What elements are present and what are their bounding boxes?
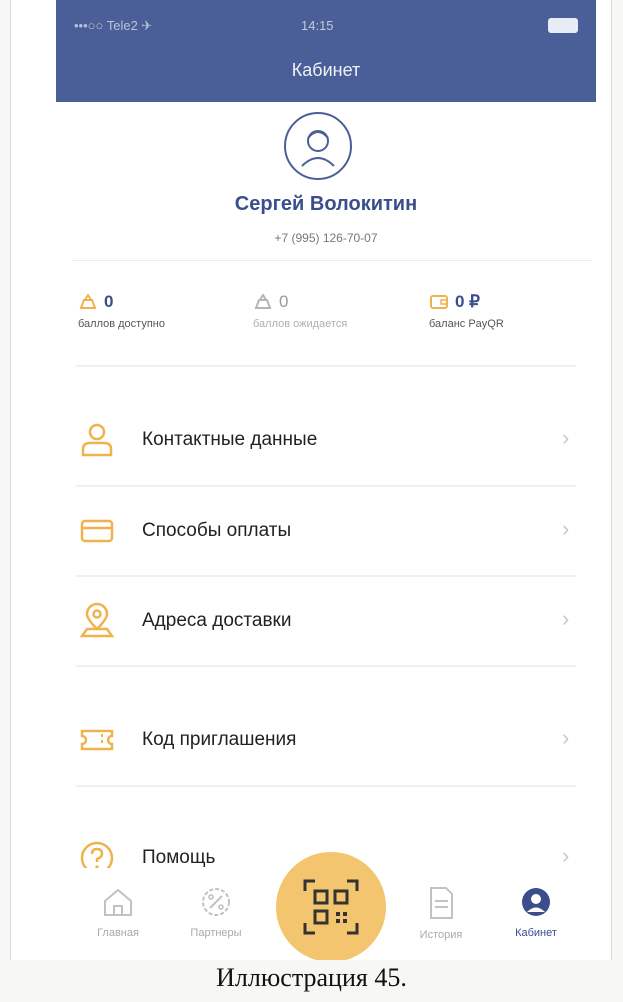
menu-item-contact-data[interactable]: Контактные данные ›: [56, 405, 596, 475]
menu-item-label: Помощь: [142, 847, 216, 868]
stat-points-available[interactable]: 0 баллов доступно: [78, 292, 165, 330]
tab-home[interactable]: Главная: [78, 886, 158, 939]
divider: [72, 260, 592, 261]
user-name: Сергей Волокитин: [234, 193, 418, 215]
stat-caption: баллов доступно: [78, 318, 165, 330]
status-time: 14:15: [301, 18, 334, 33]
chevron-right-icon: ›: [562, 606, 570, 631]
chevron-right-icon: ›: [562, 725, 570, 750]
page-title: Кабинет: [291, 60, 361, 80]
ticket-icon: [80, 729, 114, 751]
stat-value: 0: [104, 292, 114, 311]
home-icon: [104, 888, 132, 916]
tab-label: Главная: [97, 927, 139, 939]
menu-item-label: Способы оплаты: [142, 520, 292, 541]
divider: [76, 485, 576, 487]
figure-caption: Иллюстрация 45.: [216, 963, 407, 992]
carrier-status: •••○○ Tele2 ✈: [74, 18, 153, 33]
divider: [76, 785, 576, 787]
chevron-right-icon: ›: [562, 843, 570, 868]
user-avatar-icon: [301, 130, 335, 167]
divider: [76, 365, 576, 367]
chevron-right-icon: ›: [562, 516, 570, 541]
tab-cabinet[interactable]: Кабинет: [496, 886, 576, 939]
divider: [76, 575, 576, 577]
location-pin-icon: [79, 602, 115, 638]
stat-caption: баллов ожидается: [253, 318, 348, 330]
menu-item-delivery-addresses[interactable]: Адреса доставки ›: [56, 586, 596, 656]
person-icon: [81, 423, 113, 457]
card-icon: [80, 519, 114, 543]
stat-points-expected[interactable]: 0 баллов ожидается: [253, 292, 347, 330]
qr-code-icon: [303, 879, 359, 935]
stat-payqr-balance[interactable]: 0 ₽ баланс PayQR: [429, 292, 504, 330]
stat-value: 0 ₽: [455, 292, 480, 311]
menu-item-label: Контактные данные: [142, 429, 318, 450]
battery-icon: [548, 18, 578, 33]
coin-stack-outline-icon: [254, 294, 272, 309]
wallet-icon: [430, 295, 448, 309]
menu-item-label: Адреса доставки: [142, 610, 292, 631]
avatar[interactable]: [284, 112, 352, 180]
screenshot-frame: •••○○ Tele2 ✈ 14:15 Кабинет Сергей Волок…: [10, 0, 612, 960]
qr-scan-button[interactable]: [276, 852, 386, 960]
stat-caption: баланс PayQR: [429, 318, 504, 330]
menu-item-invite-code[interactable]: Код приглашения ›: [56, 705, 596, 775]
stat-value: 0: [279, 292, 289, 311]
tab-label: Партнеры: [190, 927, 242, 939]
phone-screen: •••○○ Tele2 ✈ 14:15 Кабинет Сергей Волок…: [56, 0, 596, 960]
tab-history[interactable]: История: [401, 886, 481, 941]
chevron-right-icon: ›: [562, 425, 570, 450]
user-phone: +7 (995) 126-70-07: [274, 231, 378, 245]
document-icon: [430, 887, 453, 919]
header-bar: •••○○ Tele2 ✈ 14:15 Кабинет: [56, 0, 596, 102]
tab-label: Кабинет: [515, 927, 557, 939]
tab-partners[interactable]: Партнеры: [176, 886, 256, 939]
menu-item-label: Код приглашения: [142, 729, 297, 750]
tab-label: История: [419, 929, 463, 941]
profile-icon: [522, 888, 550, 916]
divider: [76, 665, 576, 667]
coin-stack-icon: [79, 294, 97, 309]
percent-badge-icon: [202, 888, 230, 916]
menu-item-payment-methods[interactable]: Способы оплаты ›: [56, 496, 596, 566]
